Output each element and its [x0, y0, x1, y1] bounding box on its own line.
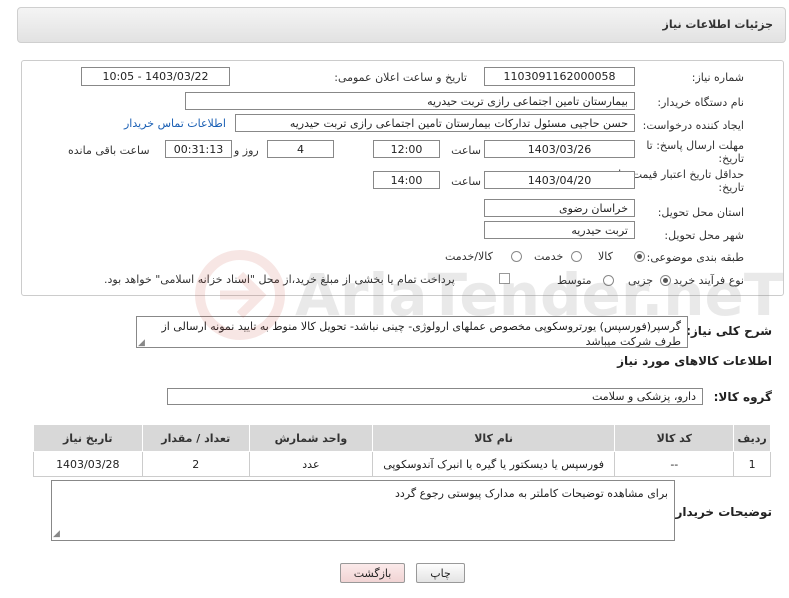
cell-unit: عدد: [249, 451, 373, 477]
process-radio-minor[interactable]: [660, 275, 671, 286]
column-header-row: ردیف: [733, 424, 771, 452]
cell-item-code: --: [614, 451, 735, 477]
resize-grip-icon: ◢: [138, 338, 145, 348]
creator-field[interactable]: حسن حاجیی مسئول تدارکات بیمارستان تامین …: [235, 114, 635, 132]
goods-section-title: اطلاعات کالاهای مورد نیاز: [617, 354, 772, 368]
category-radio-goods-service[interactable]: [511, 251, 522, 262]
announce-datetime-field[interactable]: 1403/03/22 - 10:05: [81, 67, 230, 86]
page-title: جزئیات اطلاعات نیاز: [662, 18, 774, 31]
reply-deadline-label: مهلت ارسال پاسخ: تا: [646, 139, 744, 152]
need-description-textarea[interactable]: گرسپر(فورسپس) یورتروسکوپی مخصوص عملهای ا…: [136, 316, 688, 348]
buyer-notes-label: توضیحات خریدار:: [670, 505, 772, 519]
cell-item-name: فورسپس یا دیسکتور یا گیره یا انبرک آندوس…: [371, 451, 616, 477]
buyer-contact-link[interactable]: اطلاعات تماس خریدار: [124, 117, 226, 130]
category-option-goods-service: کالا/خدمت: [445, 250, 493, 263]
buyer-org-field[interactable]: بیمارستان تامین اجتماعی رازی تربت حیدریه: [185, 92, 635, 110]
process-radio-medium[interactable]: [603, 275, 614, 286]
goods-table: ردیف کد کالا نام کالا واحد شمارش تعداد /…: [33, 424, 771, 477]
delivery-city-label: شهر محل تحویل:: [664, 229, 744, 242]
price-validity-date-field[interactable]: 1403/04/20: [484, 171, 635, 189]
goods-table-header: ردیف کد کالا نام کالا واحد شمارش تعداد /…: [33, 424, 771, 452]
price-validity-label-date: تاریخ:: [718, 181, 744, 194]
days-label: روز و: [234, 144, 259, 157]
treasury-payment-note: پرداخت تمام یا بخشی از مبلغ خرید،از محل …: [104, 273, 455, 286]
price-validity-time-label: ساعت: [451, 175, 481, 188]
notes-resize-grip-icon: ◢: [53, 529, 60, 539]
remaining-days-field[interactable]: 4: [267, 140, 334, 158]
table-row[interactable]: 1 -- فورسپس یا دیسکتور یا گیره یا انبرک …: [33, 451, 771, 477]
category-label: طبقه بندی موضوعی:: [646, 251, 744, 264]
cell-row-number: 1: [733, 451, 771, 477]
column-header-code: کد کالا: [614, 424, 735, 452]
delivery-province-field[interactable]: خراسان رضوی: [484, 199, 635, 217]
category-radio-service[interactable]: [571, 251, 582, 262]
price-validity-time-field[interactable]: 14:00: [373, 171, 440, 189]
reply-date-field[interactable]: 1403/03/26: [484, 140, 635, 158]
reply-deadline-label-date: تاریخ:: [718, 152, 744, 165]
column-header-unit: واحد شمارش: [249, 424, 373, 452]
category-option-goods: کالا: [598, 250, 613, 263]
remaining-time-field[interactable]: 00:31:13: [165, 140, 232, 158]
announce-datetime-label: تاریخ و ساعت اعلان عمومی:: [334, 71, 467, 84]
back-button[interactable]: بازگشت: [340, 563, 405, 583]
buyer-notes-textarea[interactable]: برای مشاهده توضیحات کاملتر به مدارک پیوس…: [51, 480, 675, 541]
reply-time-label: ساعت: [451, 144, 481, 157]
treasury-payment-checkbox[interactable]: [499, 273, 510, 284]
buyer-org-label: نام دستگاه خریدار:: [657, 96, 744, 109]
need-description-label: شرح کلی نیاز:: [686, 324, 772, 338]
reply-time-field[interactable]: 12:00: [373, 140, 440, 158]
page-header-bar: جزئیات اطلاعات نیاز: [17, 7, 786, 43]
delivery-city-field[interactable]: تربت حیدریه: [484, 221, 635, 239]
need-number-field[interactable]: 1103091162000058: [484, 67, 635, 86]
process-option-medium: متوسط: [557, 274, 592, 287]
print-button[interactable]: چاپ: [416, 563, 465, 583]
column-header-name: نام کالا: [371, 424, 616, 452]
goods-group-label: گروه کالا:: [713, 390, 772, 404]
column-header-need-date: تاریخ نیاز: [33, 424, 143, 452]
purchase-process-label: نوع فرآیند خرید :: [666, 274, 744, 287]
category-option-service: خدمت: [534, 250, 564, 263]
cell-need-date: 1403/03/28: [33, 451, 143, 477]
cell-quantity: 2: [141, 451, 251, 477]
goods-group-field[interactable]: دارو، پزشکی و سلامت: [167, 388, 703, 405]
column-header-quantity: تعداد / مقدار: [141, 424, 251, 452]
delivery-province-label: استان محل تحویل:: [657, 206, 744, 219]
price-validity-label: حداقل تاریخ اعتبار قیمت: تا: [618, 168, 744, 181]
creator-label: ایجاد کننده درخواست:: [642, 119, 744, 132]
remaining-label: ساعت باقی مانده: [68, 144, 150, 157]
category-radio-goods[interactable]: [634, 251, 645, 262]
need-number-label: شماره نیاز:: [691, 71, 744, 84]
process-option-minor: جزیی: [628, 274, 654, 287]
goods-table-container: ردیف کد کالا نام کالا واحد شمارش تعداد /…: [33, 424, 771, 477]
